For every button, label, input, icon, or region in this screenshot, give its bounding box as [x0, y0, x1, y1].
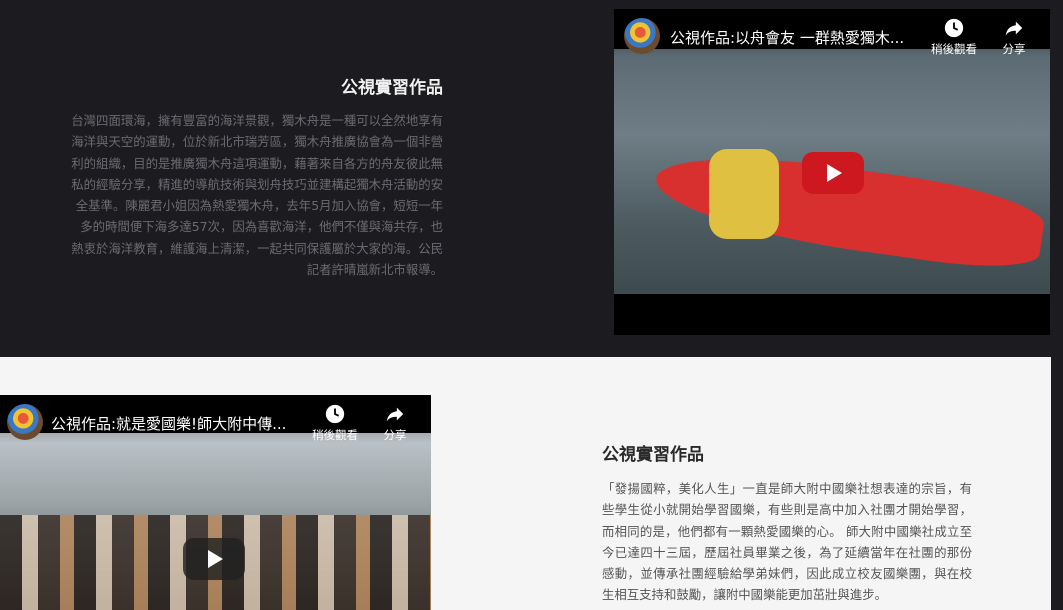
video-title[interactable]: 公視作品:以舟會友 一群熱愛獨木... [670, 27, 904, 48]
paddler-image [709, 149, 779, 239]
section1-title: 公視實習作品 [341, 78, 443, 98]
share-button[interactable]: 分享 [367, 403, 423, 443]
watch-later-label: 稍後觀看 [931, 42, 977, 56]
section2-title: 公視實習作品 [602, 445, 704, 465]
watch-later-button[interactable]: 稍後觀看 [307, 403, 363, 443]
section2-video-player[interactable]: 公視作品:就是愛國樂!師大附中傳... 稍後觀看 分享 [0, 395, 431, 610]
play-button[interactable] [183, 538, 245, 580]
watch-later-label: 稍後觀看 [312, 428, 358, 442]
video-thumbnail [0, 433, 431, 610]
clock-icon [325, 404, 345, 424]
share-button[interactable]: 分享 [986, 17, 1042, 57]
share-icon [386, 407, 404, 422]
channel-avatar[interactable] [624, 18, 660, 54]
watch-later-button[interactable]: 稍後觀看 [926, 17, 982, 57]
share-icon [1005, 21, 1023, 36]
play-button[interactable] [802, 152, 864, 194]
clock-icon [944, 18, 964, 38]
share-label: 分享 [383, 428, 407, 442]
section1-video-player[interactable]: 公視作品:以舟會友 一群熱愛獨木... 稍後觀看 分享 [614, 9, 1050, 335]
video-title[interactable]: 公視作品:就是愛國樂!師大附中傳... [51, 413, 286, 434]
section2-body: 「發揚國粹，美化人生」一直是師大附中國樂社想表達的宗旨，有些學生從小就開始學習國… [602, 481, 972, 603]
section1-body: 台灣四面環海，擁有豐富的海洋景觀，獨木舟是一種可以全然地享有海洋與天空的運動，位… [71, 113, 443, 278]
channel-avatar[interactable] [7, 404, 43, 440]
share-label: 分享 [1002, 42, 1026, 56]
page-edge [1051, 357, 1063, 610]
